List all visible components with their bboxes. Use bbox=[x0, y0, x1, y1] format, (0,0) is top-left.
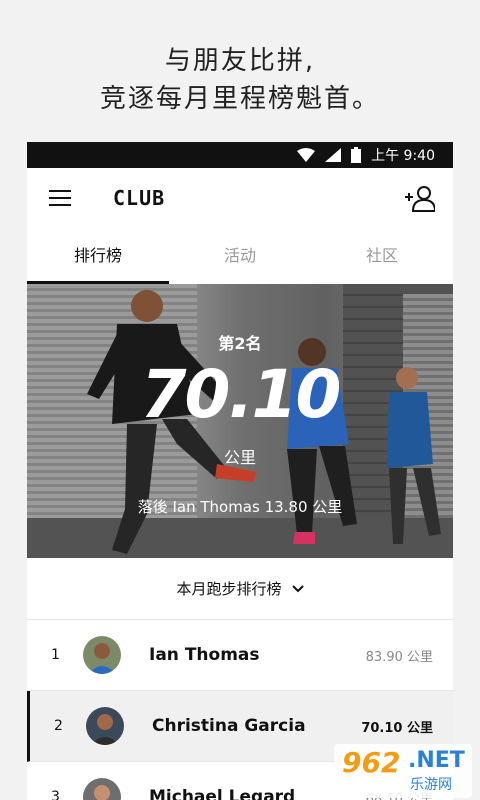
leaderboard-filter-label: 本月跑步排行榜 bbox=[176, 580, 282, 598]
tab-activity[interactable]: 活动 bbox=[169, 228, 311, 284]
rank-number: 2 bbox=[54, 718, 63, 734]
runner-distance: 83.90 公里 bbox=[365, 649, 433, 665]
avatar bbox=[83, 778, 121, 800]
rank-number: 3 bbox=[51, 789, 60, 800]
signal-icon bbox=[325, 148, 342, 162]
app-bar: CLUB bbox=[27, 168, 453, 228]
wifi-icon bbox=[297, 148, 316, 162]
runner-name: Christina Garcia bbox=[152, 716, 306, 736]
promo-line-2: 竞逐每月里程榜魁首。 bbox=[99, 84, 380, 114]
runner-name: Ian Thomas bbox=[149, 645, 260, 665]
hamburger-menu-icon[interactable] bbox=[49, 190, 71, 206]
rank-number: 1 bbox=[51, 647, 60, 663]
avatar bbox=[86, 707, 124, 745]
leaderboard-row[interactable]: 1 Ian Thomas 83.90 公里 bbox=[27, 620, 453, 691]
runner-name: Michael Legard bbox=[149, 787, 296, 800]
status-bar: 上午 9:40 bbox=[27, 142, 453, 168]
phone-screen: 上午 9:40 CLUB 排行榜 活动 社区 第2名 70.10 公里 落後 I… bbox=[27, 142, 453, 800]
rank-label: 第2名 bbox=[218, 334, 262, 353]
behind-leader-text: 落後 Ian Thomas 13.80 公里 bbox=[137, 498, 343, 516]
tab-community[interactable]: 社区 bbox=[311, 228, 453, 284]
site-watermark-logo: 962 .NET 乐游网 bbox=[334, 744, 472, 798]
hero-banner: 第2名 70.10 公里 落後 Ian Thomas 13.80 公里 bbox=[27, 284, 453, 558]
distance-value: 70.10 bbox=[140, 356, 342, 433]
avatar bbox=[83, 636, 121, 674]
app-title: CLUB bbox=[113, 186, 166, 210]
runner-distance: 70.10 公里 bbox=[361, 720, 433, 736]
distance-unit: 公里 bbox=[223, 448, 256, 467]
add-friend-icon[interactable] bbox=[405, 184, 435, 212]
promo-line-1: 与朋友比拼, bbox=[164, 46, 316, 76]
tab-leaderboard[interactable]: 排行榜 bbox=[27, 228, 169, 284]
status-time: 上午 9:40 bbox=[371, 148, 435, 164]
watermark-number: 962 bbox=[342, 746, 401, 779]
chevron-down-icon bbox=[291, 584, 304, 592]
leaderboard-filter-dropdown[interactable]: 本月跑步排行榜 bbox=[27, 558, 453, 620]
promo-header: 与朋友比拼, 竞逐每月里程榜魁首。 bbox=[0, 0, 480, 142]
tab-bar: 排行榜 活动 社区 bbox=[27, 228, 453, 284]
battery-icon bbox=[351, 147, 362, 163]
watermark-net: .NET bbox=[408, 748, 465, 773]
watermark-sub: 乐游网 bbox=[410, 777, 452, 793]
